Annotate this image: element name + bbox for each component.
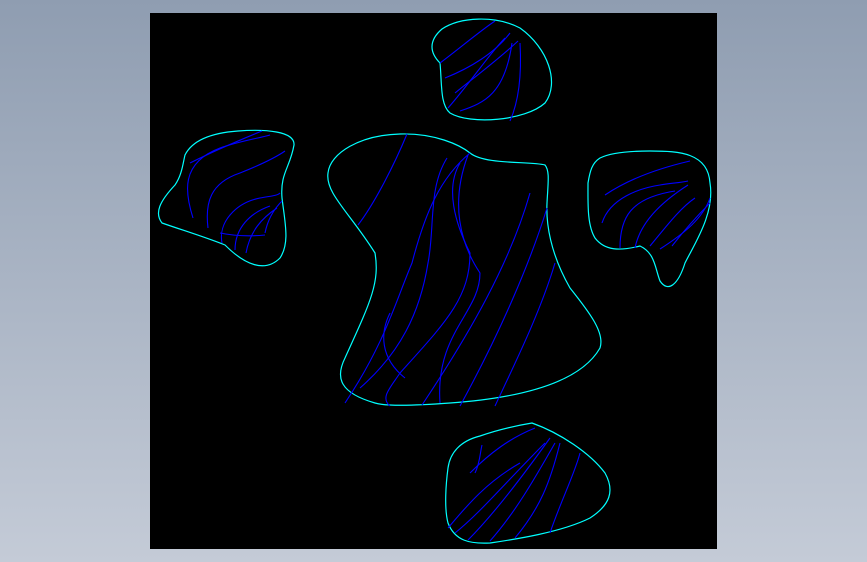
app-window: { "window": { "background_top": "#8f9db1… [0, 0, 867, 562]
bottom-hatch-7 [469, 427, 536, 474]
left-blob-outline[interactable] [157, 129, 295, 267]
right-hatch-5 [649, 197, 696, 247]
center-hatch-6 [459, 207, 548, 407]
cad-viewport[interactable] [150, 13, 717, 549]
left-hatch-8 [219, 232, 266, 237]
right-blob[interactable] [587, 150, 712, 287]
left-hatch-5 [234, 205, 271, 251]
left-hatch-3 [206, 150, 286, 229]
bottom-blob-outline[interactable] [445, 422, 611, 544]
left-blob[interactable] [157, 129, 295, 267]
bottom-hatch-8 [474, 444, 483, 474]
bottom-hatch-2 [454, 442, 546, 534]
top-hatch-5 [454, 40, 519, 94]
center-hatch-7 [494, 262, 556, 407]
center-hatch-1 [357, 133, 408, 226]
center-blob[interactable] [327, 133, 602, 407]
top-hatch-1 [439, 20, 496, 64]
left-hatch-6 [245, 207, 278, 254]
center-hatch-8 [421, 192, 531, 406]
center-hatch-4 [385, 162, 471, 407]
bottom-hatch-1 [447, 462, 521, 529]
bottom-hatch-4 [489, 442, 556, 542]
left-hatch-7 [264, 200, 283, 234]
center-hatch-3 [439, 154, 481, 404]
right-hatch-3 [619, 190, 676, 249]
left-hatch-2 [186, 134, 271, 219]
right-hatch-4 [634, 184, 689, 249]
drawing-canvas[interactable] [150, 13, 717, 549]
center-hatch-9 [383, 312, 406, 379]
top-blob[interactable] [431, 18, 553, 122]
top-blob-outline[interactable] [431, 18, 553, 121]
center-hatch-5 [359, 157, 448, 389]
top-hatch-6 [509, 42, 522, 122]
right-hatch-1 [604, 160, 691, 196]
bottom-blob[interactable] [445, 422, 611, 544]
